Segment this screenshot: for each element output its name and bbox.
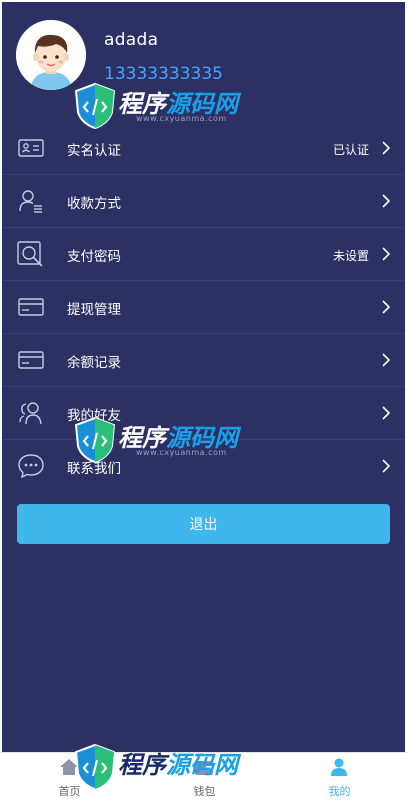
username: adada xyxy=(104,30,159,50)
chevron-right-icon xyxy=(382,353,391,367)
tab-home[interactable]: 首页 xyxy=(2,753,137,803)
menu-item-label: 收款方式 xyxy=(67,196,121,212)
menu-item-label: 余额记录 xyxy=(67,355,121,371)
menu-item-balance-records[interactable]: 余额记录 xyxy=(2,333,405,386)
app-screen: adada 13333333335 实名认证 已认证 收款方式 支付密码 未设置… xyxy=(2,2,405,752)
menu-item-contact-us[interactable]: 联系我们 xyxy=(2,439,405,492)
search-lock-icon xyxy=(17,241,43,267)
card-icon xyxy=(18,298,44,316)
chevron-right-icon xyxy=(382,459,391,473)
profile-header: adada 13333333335 xyxy=(2,2,405,122)
id-card-icon xyxy=(18,139,44,157)
tab-wallet[interactable]: 钱包 xyxy=(137,753,272,803)
tab-label: 钱包 xyxy=(193,785,216,798)
chevron-right-icon xyxy=(382,300,391,314)
pay-password-status: 未设置 xyxy=(332,249,369,263)
menu-item-label: 联系我们 xyxy=(67,461,121,477)
tab-label: 首页 xyxy=(58,785,81,798)
phone-number: 13333333335 xyxy=(104,64,223,84)
menu-item-label: 提现管理 xyxy=(67,302,121,318)
chevron-right-icon xyxy=(382,406,391,420)
chevron-right-icon xyxy=(382,194,391,208)
avatar-boy-icon xyxy=(16,20,86,90)
chevron-right-icon xyxy=(382,141,391,155)
chevron-right-icon xyxy=(382,247,391,261)
logout-button[interactable]: 退出 xyxy=(17,504,390,544)
menu-item-verification[interactable]: 实名认证 已认证 xyxy=(2,122,405,174)
menu-item-withdraw[interactable]: 提现管理 xyxy=(2,280,405,333)
menu-item-label: 我的好友 xyxy=(67,408,121,424)
menu-list: 实名认证 已认证 收款方式 支付密码 未设置 提现管理 余额记录 我的好友 联系… xyxy=(2,122,405,492)
person-icon xyxy=(331,758,347,776)
user-list-icon xyxy=(19,190,42,213)
menu-item-label: 支付密码 xyxy=(67,249,121,265)
verification-status: 已认证 xyxy=(332,143,369,157)
home-icon xyxy=(60,759,78,775)
menu-item-friends[interactable]: 我的好友 xyxy=(2,386,405,439)
friends-icon xyxy=(19,402,42,425)
tab-mine[interactable]: 我的 xyxy=(272,753,407,803)
tab-label: 我的 xyxy=(328,785,351,798)
card-icon xyxy=(18,351,44,369)
chat-icon xyxy=(18,454,44,479)
menu-item-pay-password[interactable]: 支付密码 未设置 xyxy=(2,227,405,280)
bottom-tab-bar: 首页 钱包 我的 程序源码网 xyxy=(0,743,407,803)
wallet-icon xyxy=(195,761,213,775)
menu-item-label: 实名认证 xyxy=(67,143,121,159)
avatar[interactable] xyxy=(16,20,86,90)
menu-item-payment-methods[interactable]: 收款方式 xyxy=(2,174,405,227)
